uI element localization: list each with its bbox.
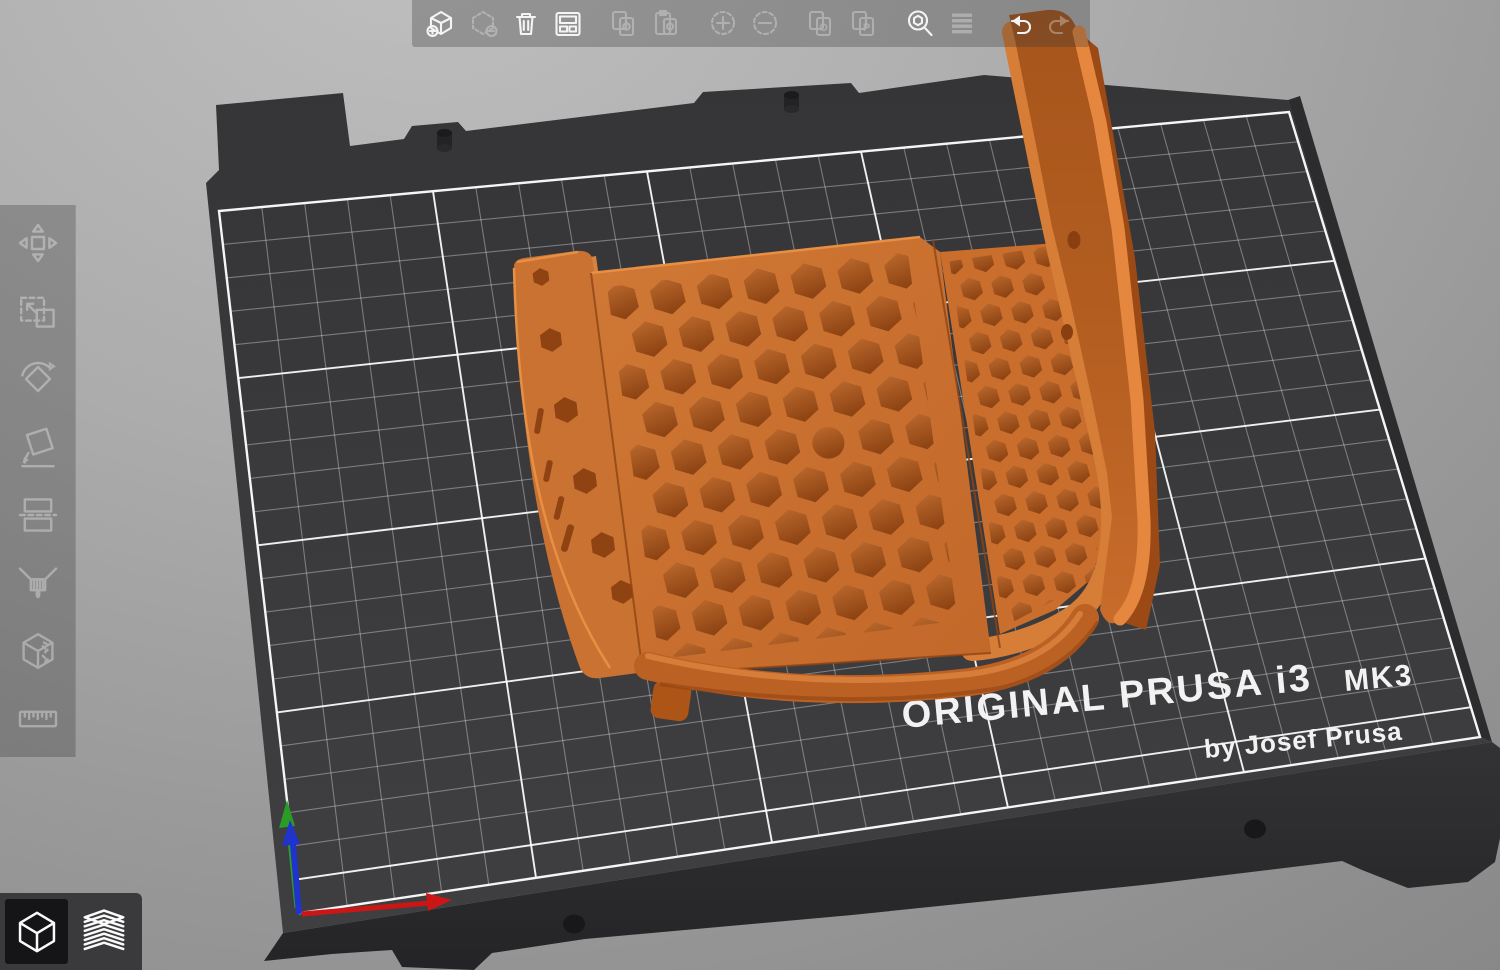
delete-object-button[interactable] xyxy=(463,3,503,45)
variable-layer-height-button[interactable] xyxy=(942,3,982,45)
top-toolbar: O P xyxy=(412,0,1090,47)
split-to-objects-button[interactable]: O xyxy=(801,3,841,45)
measure-icon xyxy=(14,695,62,743)
rotate-icon xyxy=(14,355,62,403)
rotate-tool-button[interactable] xyxy=(10,351,66,407)
sliced-preview-icon xyxy=(78,906,130,958)
bed-screw-hole xyxy=(1244,820,1266,839)
split-to-parts-icon: P xyxy=(847,7,881,41)
toolbar-separator xyxy=(687,23,701,24)
delete-all-button[interactable] xyxy=(505,3,545,45)
split-to-parts-button[interactable]: P xyxy=(844,3,884,45)
toolbar-separator xyxy=(885,23,899,24)
svg-text:O: O xyxy=(820,22,829,34)
add-instance-button[interactable] xyxy=(703,3,743,45)
arrange-button[interactable] xyxy=(548,3,588,45)
svg-text:P: P xyxy=(863,22,870,34)
add-instance-icon xyxy=(706,7,740,41)
gizmo-sidebar xyxy=(0,205,76,757)
bed-screw-hole xyxy=(563,915,585,934)
bed-brand-mk: MK3 xyxy=(1343,659,1415,698)
delete-all-icon xyxy=(509,7,543,41)
scale-icon xyxy=(14,287,62,335)
move-tool-button[interactable] xyxy=(10,215,66,271)
paste-icon xyxy=(649,7,683,41)
redo-button[interactable] xyxy=(1041,3,1081,45)
model-mount-hole xyxy=(1061,324,1073,340)
toolbar-separator xyxy=(589,23,603,24)
paint-supports-icon xyxy=(14,559,62,607)
preview-view-button[interactable] xyxy=(72,899,135,964)
paste-button[interactable] xyxy=(646,3,686,45)
scale-tool-button[interactable] xyxy=(10,283,66,339)
bed-pin xyxy=(784,91,799,113)
view-mode-bar xyxy=(0,893,142,970)
remove-instance-icon xyxy=(748,7,782,41)
paint-supports-tool-button[interactable] xyxy=(10,555,66,611)
seam-painting-tool-button[interactable] xyxy=(10,623,66,679)
remove-instance-button[interactable] xyxy=(745,3,785,45)
move-icon xyxy=(14,219,62,267)
add-object-icon xyxy=(424,7,458,41)
measure-tool-button[interactable] xyxy=(10,691,66,747)
model-mount-hole xyxy=(1068,231,1081,249)
viewport-3d[interactable]: ORIGINAL PRUSA i3 MK3 by Josef Prusa xyxy=(0,0,1500,970)
3d-editor-view-icon xyxy=(11,906,63,958)
undo-icon xyxy=(1002,7,1036,41)
cut-icon xyxy=(14,491,62,539)
redo-icon xyxy=(1044,7,1078,41)
toolbar-separator xyxy=(983,23,997,24)
toolbar-separator xyxy=(786,23,800,24)
add-object-button[interactable] xyxy=(421,3,461,45)
place-on-face-icon xyxy=(14,423,62,471)
bed-pin xyxy=(437,129,452,152)
editor-view-button[interactable] xyxy=(5,899,68,964)
search-button[interactable] xyxy=(900,3,940,45)
undo-button[interactable] xyxy=(999,3,1039,45)
copy-icon xyxy=(607,7,641,41)
search-icon xyxy=(903,7,937,41)
place-on-face-tool-button[interactable] xyxy=(10,419,66,475)
seam-painting-icon xyxy=(14,627,62,675)
variable-layer-height-icon xyxy=(945,7,979,41)
copy-button[interactable] xyxy=(604,3,644,45)
delete-object-icon xyxy=(466,7,500,41)
split-to-objects-icon: O xyxy=(804,7,838,41)
arrange-icon xyxy=(551,7,585,41)
cut-tool-button[interactable] xyxy=(10,487,66,543)
